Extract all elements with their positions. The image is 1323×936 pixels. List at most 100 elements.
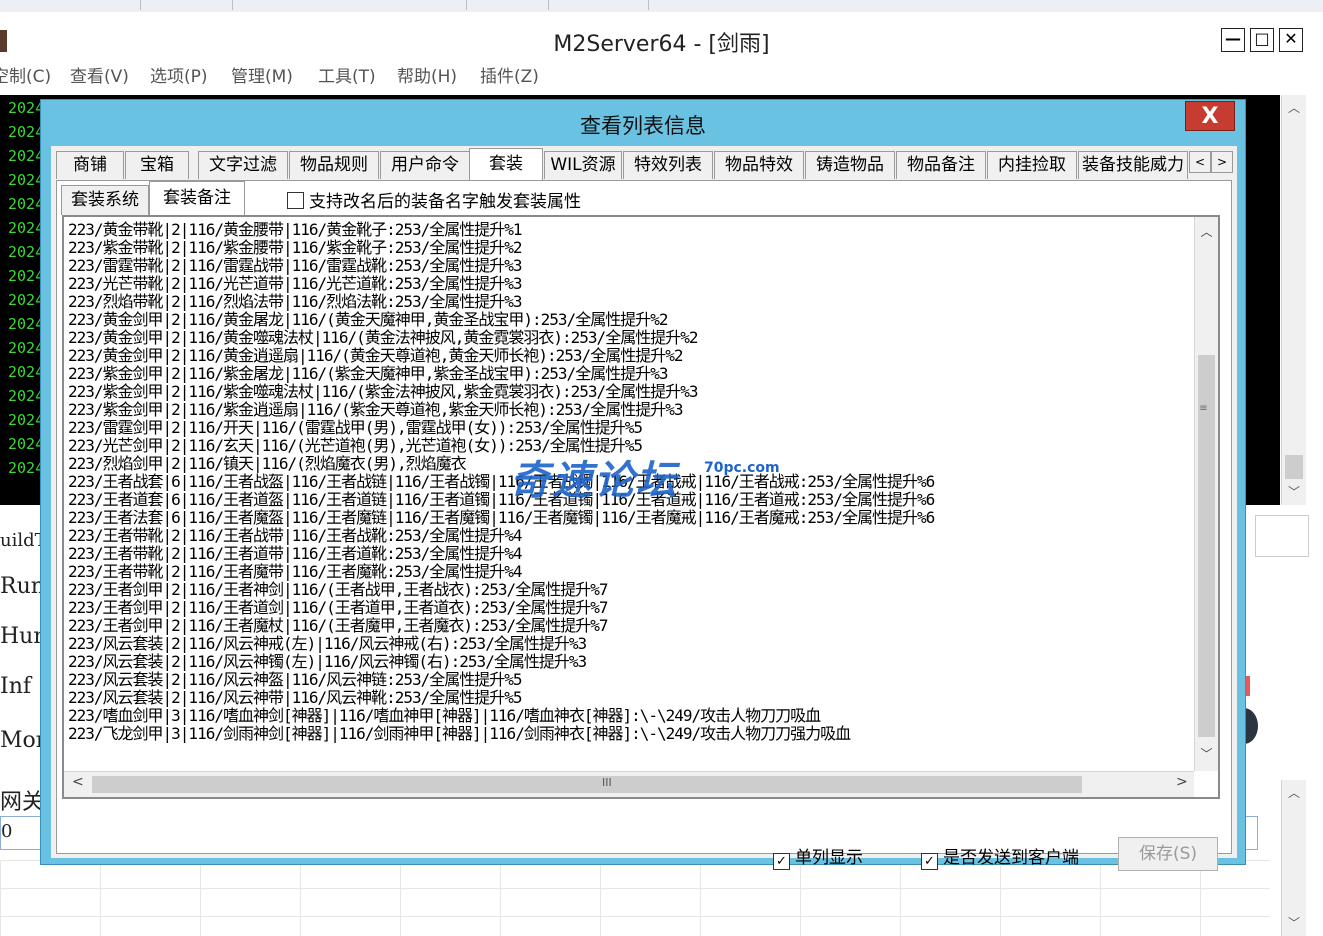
log-line: 2024 (8, 171, 45, 189)
bottom-scrollbar[interactable]: ︿ ﹀ (1281, 780, 1306, 936)
list-item[interactable]: 223/紫金带靴|2|116/紫金腰带|116/紫金靴子:253/全属性提升%2 (68, 239, 1190, 257)
log-line: 2024 (8, 363, 45, 381)
list-item[interactable]: 223/风云套装|2|116/风云神带|116/风云神靴:253/全属性提升%5 (68, 689, 1190, 707)
list-item[interactable]: 223/王者带靴|2|116/王者魔带|116/王者魔靴:253/全属性提升%4 (68, 563, 1190, 581)
send-to-client-checkbox[interactable]: ✓ 是否发送到客户端 (921, 843, 1079, 870)
checkbox-box[interactable] (287, 192, 304, 209)
list-item[interactable]: 223/风云套装|2|116/风云神盔|116/风云神链:253/全属性提升%5 (68, 671, 1190, 689)
single-column-checkbox[interactable]: ✓ 单列显示 (773, 843, 863, 870)
save-button[interactable]: 保存(S) (1118, 837, 1218, 871)
list-item[interactable]: 223/黄金带靴|2|116/黄金腰带|116/黄金靴子:253/全属性提升%1 (68, 221, 1190, 239)
list-item[interactable]: 223/风云套装|2|116/风云神镯(左)|116/风云神镯(右):253/全… (68, 653, 1190, 671)
list-item[interactable]: 223/王者带靴|2|116/王者道带|116/王者道靴:253/全属性提升%4 (68, 545, 1190, 563)
minimize-button[interactable]: — (1221, 28, 1245, 52)
sets-page: 套装系统 套装备注 支持改名后的装备名字触发套装属性 223/黄金带靴|2|11… (56, 180, 1232, 871)
scroll-thumb[interactable]: III (92, 776, 1082, 793)
edge-label-run: Run (0, 574, 45, 599)
list-item[interactable]: 223/烈焰带靴|2|116/烈焰法带|116/烈焰法靴:253/全属性提升%3 (68, 293, 1190, 311)
tab-shop[interactable]: 商铺 (56, 151, 124, 179)
list-item[interactable]: 223/黄金剑甲|2|116/黄金屠龙|116/(黄金天魔神甲,黄金圣战宝甲):… (68, 311, 1190, 329)
menu-options[interactable]: 选项(P) (150, 62, 208, 87)
menu-plugins[interactable]: 插件(Z) (480, 62, 539, 87)
single-column-label: 单列显示 (795, 848, 863, 868)
tab-strip: 商铺 宝箱 文字过滤 物品规则 用户命令 套装 WIL资源 特效列表 物品特效 … (56, 148, 1191, 181)
scroll-thumb[interactable] (1285, 455, 1303, 479)
log-line: 2024 (8, 315, 45, 333)
menu-manage[interactable]: 管理(M) (231, 62, 293, 87)
list-item[interactable]: 223/王者剑甲|2|116/王者神剑|116/(王者战甲,王者战衣):253/… (68, 581, 1190, 599)
scroll-up-icon[interactable]: ︿ (1282, 784, 1306, 801)
tab-wil-resources[interactable]: WIL资源 (544, 151, 622, 179)
log-line: 2024 (8, 411, 45, 429)
log-line: 2024 (8, 291, 45, 309)
log-line: 2024 (8, 147, 45, 165)
tab-effects-list[interactable]: 特效列表 (623, 151, 713, 179)
scroll-grip-icon: ≡ (1199, 403, 1208, 414)
send-to-client-label: 是否发送到客户端 (943, 848, 1079, 868)
main-title-bar: M2Server64 - [剑雨] — □ ✕ (0, 12, 1323, 60)
scroll-down-icon[interactable]: ﹀ (1195, 745, 1218, 762)
tab-scroll-right-icon[interactable]: > (1211, 151, 1233, 173)
subtab-set-notes[interactable]: 套装备注 (149, 181, 245, 215)
list-item[interactable]: 223/风云套装|2|116/风云神戒(左)|116/风云神戒(右):253/全… (68, 635, 1190, 653)
maximize-button[interactable]: □ (1250, 28, 1274, 52)
scroll-right-icon[interactable]: > (1176, 774, 1188, 790)
list-item[interactable]: 223/紫金剑甲|2|116/紫金屠龙|116/(紫金天魔神甲,紫金圣战宝甲):… (68, 365, 1190, 383)
tab-treasure-box[interactable]: 宝箱 (125, 151, 189, 179)
scroll-up-icon[interactable]: ︿ (1195, 223, 1218, 240)
bottom-field-value: 0 (1, 821, 13, 842)
list-item[interactable]: 223/黄金剑甲|2|116/黄金逍遥扇|116/(黄金天尊道袍,黄金天师长袍)… (68, 347, 1190, 365)
side-panel (1255, 515, 1309, 557)
menu-view[interactable]: 查看(V) (70, 62, 129, 87)
log-scrollbar[interactable]: ︿ ﹀ (1281, 95, 1306, 505)
list-item[interactable]: 223/王者法套|6|116/王者魔盔|116/王者魔链|116/王者魔镯|11… (68, 509, 1190, 527)
scroll-grip-icon: III (602, 776, 612, 789)
scroll-left-icon[interactable]: < (72, 774, 84, 790)
list-item[interactable]: 223/王者剑甲|2|116/王者道剑|116/(王者道甲,王者道衣):253/… (68, 599, 1190, 617)
tab-equip-skill-power[interactable]: 装备技能威力 (1078, 151, 1188, 179)
log-line: 2024 (8, 123, 45, 141)
tab-item-notes[interactable]: 物品备注 (896, 151, 986, 179)
scroll-up-icon[interactable]: ︿ (1282, 99, 1306, 116)
dialog-close-button[interactable]: X (1185, 101, 1235, 131)
checkmark-icon[interactable]: ✓ (773, 853, 790, 870)
list-item[interactable]: 223/紫金剑甲|2|116/紫金噬魂法杖|116/(紫金法神披风,紫金霓裳羽衣… (68, 383, 1190, 401)
list-item[interactable]: 223/王者带靴|2|116/王者战带|116/王者战靴:253/全属性提升%4 (68, 527, 1190, 545)
list-item[interactable]: 223/黄金剑甲|2|116/黄金噬魂法杖|116/(黄金法神披风,黄金霓裳羽衣… (68, 329, 1190, 347)
log-line: 2024 (8, 435, 45, 453)
list-item[interactable]: 223/光芒带靴|2|116/光芒道带|116/光芒道靴:253/全属性提升%3 (68, 275, 1190, 293)
tab-user-commands[interactable]: 用户命令 (380, 151, 470, 179)
list-item[interactable]: 223/嗜血剑甲|3|116/嗜血神剑[神器]|116/嗜血神甲[神器]|116… (68, 707, 1190, 725)
list-item[interactable]: 223/紫金剑甲|2|116/紫金逍遥扇|116/(紫金天尊道袍,紫金天师长袍)… (68, 401, 1190, 419)
tab-forged-items[interactable]: 铸造物品 (805, 151, 895, 179)
scroll-down-icon[interactable]: ﹀ (1282, 914, 1306, 931)
tab-auto-pickup[interactable]: 内挂捡取 (987, 151, 1077, 179)
log-line: 2024 (8, 267, 45, 285)
tab-text-filter[interactable]: 文字过滤 (198, 151, 288, 179)
list-item[interactable]: 223/飞龙剑甲|3|116/剑雨神剑[神器]|116/剑雨神甲[神器]|116… (68, 725, 1190, 743)
menu-control[interactable]: 空制(C) (0, 62, 51, 87)
menu-tools[interactable]: 工具(T) (318, 62, 376, 87)
main-window-title: M2Server64 - [剑雨] (553, 32, 770, 57)
grid-area (0, 860, 1270, 936)
close-button[interactable]: ✕ (1279, 28, 1303, 52)
log-line: 2024 (8, 339, 45, 357)
dialog-title: 查看列表信息 (580, 114, 706, 138)
menu-help[interactable]: 帮助(H) (397, 62, 457, 87)
rename-trigger-checkbox[interactable]: 支持改名后的装备名字触发套装属性 (287, 187, 581, 212)
checkmark-icon[interactable]: ✓ (921, 853, 938, 870)
list-horizontal-scrollbar[interactable]: < III > (64, 771, 1194, 797)
tab-item-effects[interactable]: 物品特效 (714, 151, 804, 179)
tab-scroll-left-icon[interactable]: < (1189, 151, 1211, 173)
scroll-down-icon[interactable]: ﹀ (1282, 483, 1306, 500)
tab-item-rules[interactable]: 物品规则 (289, 151, 379, 179)
list-item[interactable]: 223/王者剑甲|2|116/王者魔杖|116/(王者魔甲,王者魔衣):253/… (68, 617, 1190, 635)
subtab-set-system[interactable]: 套装系统 (61, 185, 149, 215)
watermark-url: 70pc.com (704, 460, 780, 476)
list-item[interactable]: 223/雷霆带靴|2|116/雷霆战带|116/雷霆战靴:253/全属性提升%3 (68, 257, 1190, 275)
tab-divider (232, 0, 233, 10)
list-item[interactable]: 223/雷霆剑甲|2|116/开天|116/(雷霆战甲(男),雷霆战甲(女)):… (68, 419, 1190, 437)
list-vertical-scrollbar[interactable]: ︿ ≡ ﹀ (1194, 217, 1218, 771)
set-notes-list[interactable]: 223/黄金带靴|2|116/黄金腰带|116/黄金靴子:253/全属性提升%1… (62, 215, 1220, 799)
tab-sets[interactable]: 套装 (469, 148, 543, 180)
